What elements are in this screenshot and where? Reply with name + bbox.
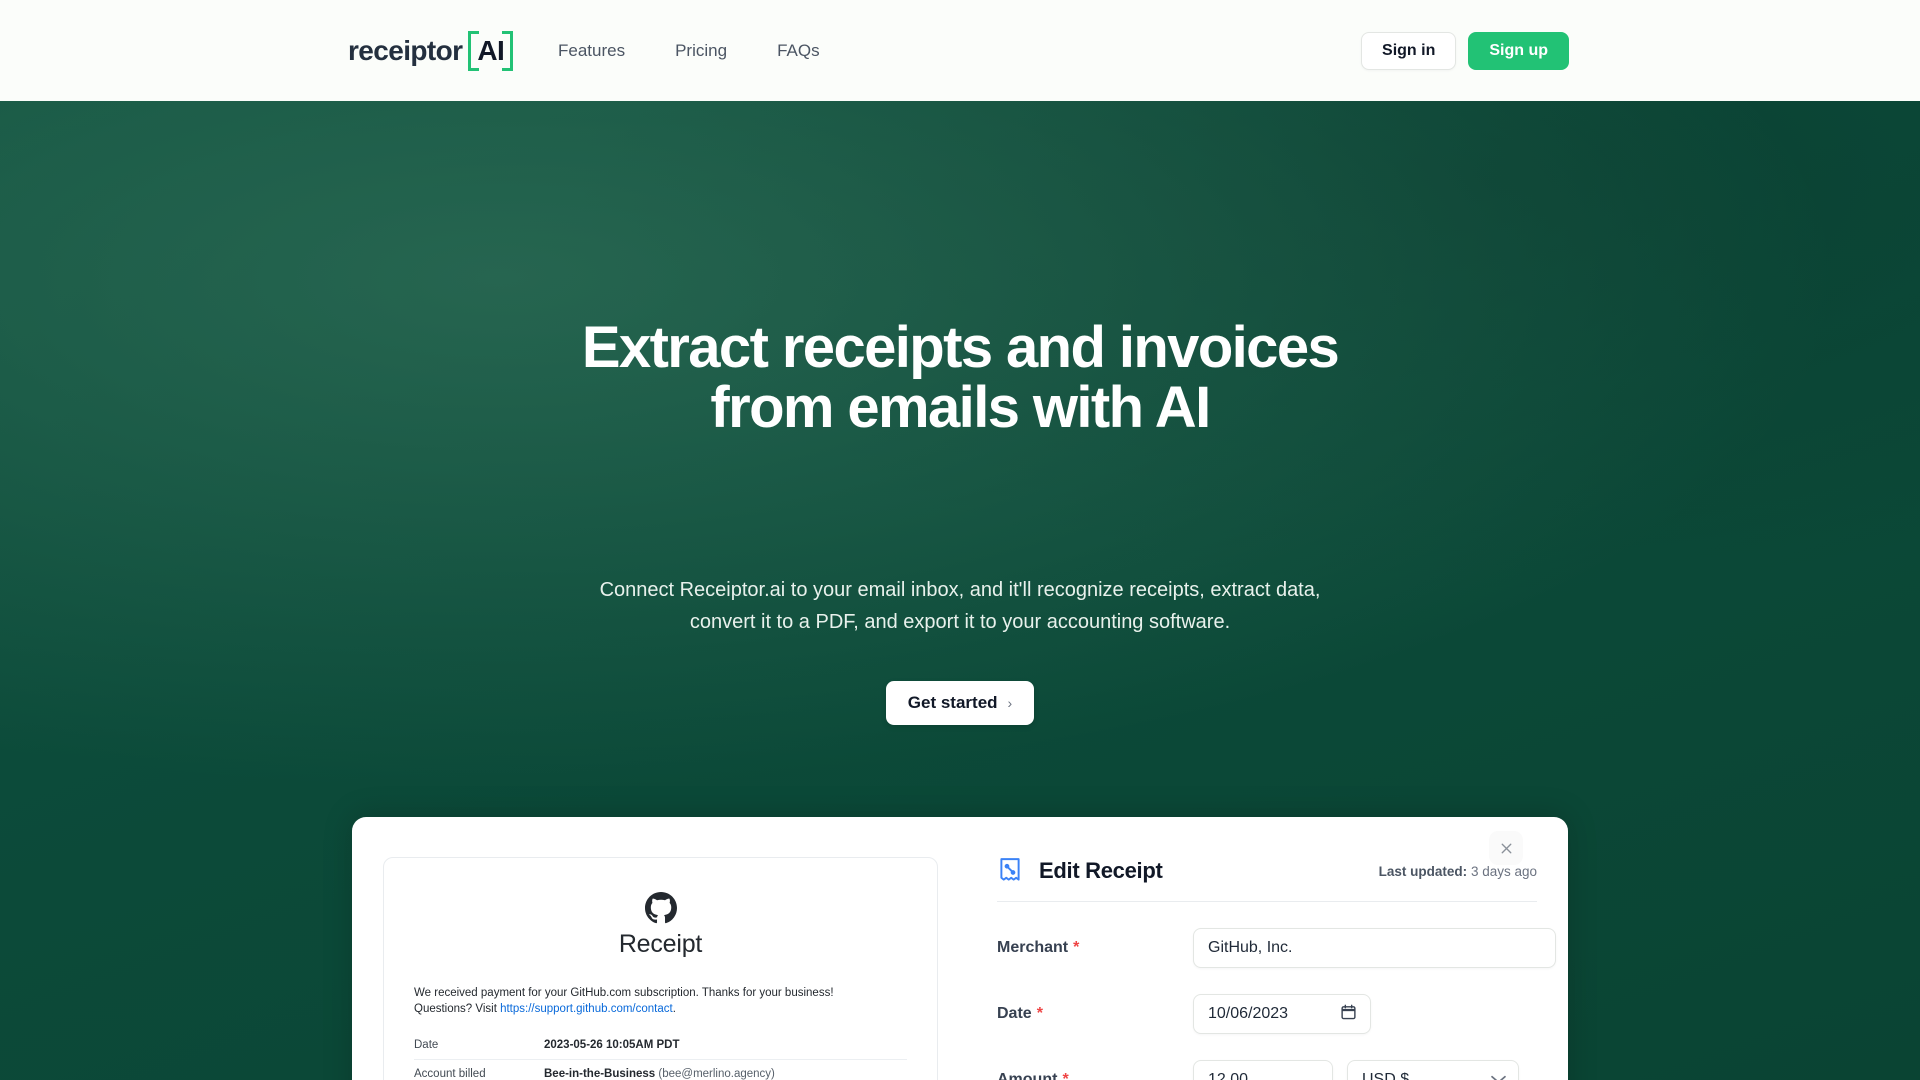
page-title: Extract receipts and invoices from email… <box>0 318 1920 438</box>
calendar-icon[interactable] <box>1341 1004 1356 1025</box>
receipt-note: We received payment for your GitHub.com … <box>414 985 907 1017</box>
merchant-label: Merchant * <box>997 939 1193 957</box>
auth-actions: Sign in Sign up <box>1361 31 1569 70</box>
date-label-text: Date <box>997 1005 1032 1022</box>
amount-label: Amount * <box>997 1071 1193 1080</box>
amount-input[interactable]: 12.00 <box>1193 1060 1333 1080</box>
logo-ai-badge: AI <box>468 30 514 71</box>
receipt-note-line-2-prefix: Questions? Visit <box>414 1003 501 1015</box>
site-header: receiptor AI Features Pricing FAQs Sign … <box>0 0 1920 101</box>
receipt-row-key: Account billed <box>414 1068 486 1080</box>
github-icon <box>414 892 907 924</box>
currency-select[interactable]: USD $ <box>1347 1060 1519 1080</box>
table-row: Account billed Bee-in-the-Business (bee@… <box>414 1060 907 1080</box>
get-started-label: Get started <box>907 693 998 712</box>
date-label: Date * <box>997 1005 1193 1023</box>
hero-subtitle: Connect Receiptor.ai to your email inbox… <box>599 579 1321 633</box>
receipt-row-key: Date <box>414 1039 439 1051</box>
primary-nav: Features Pricing FAQs <box>558 41 820 61</box>
table-row: Date 2023-05-26 10:05AM PDT <box>414 1031 907 1060</box>
receipt-row-value-main: Bee-in-the-Business <box>544 1068 656 1080</box>
receipt-row-value: Bee-in-the-Business (bee@merlino.agency) <box>544 1060 907 1080</box>
receipt-note-line-1: We received payment for your GitHub.com … <box>414 987 834 999</box>
support-link[interactable]: https://support.github.com/contact <box>500 1003 673 1015</box>
edit-receipt-header: Edit Receipt Last updated: 3 days ago <box>997 857 1537 902</box>
sign-up-button[interactable]: Sign up <box>1468 31 1569 70</box>
field-row-amount: Amount * 12.00 USD $ <box>997 1060 1537 1080</box>
hero-section: Extract receipts and invoices from email… <box>0 101 1920 1080</box>
last-updated-value: 3 days ago <box>1470 863 1537 879</box>
chevron-down-icon <box>1491 1071 1506 1080</box>
hero-title-line-2: from emails with AI <box>710 375 1211 440</box>
receipt-row-value: 2023-05-26 10:05AM PDT <box>544 1031 907 1060</box>
amount-label-text: Amount <box>997 1071 1058 1080</box>
nav-item-pricing[interactable]: Pricing <box>675 41 727 61</box>
hero-title-line-1: Extract receipts and invoices <box>581 315 1340 380</box>
field-row-date: Date * 10/06/2023 <box>997 994 1537 1034</box>
edit-receipt-form: Edit Receipt Last updated: 3 days ago Me… <box>997 831 1556 1080</box>
hero-cta-wrap: Get started › <box>0 681 1920 725</box>
required-marker: * <box>1073 939 1080 956</box>
merchant-input[interactable]: GitHub, Inc. <box>1193 928 1556 968</box>
currency-select-value: USD $ <box>1362 1071 1410 1080</box>
logo[interactable]: receiptor AI <box>348 30 514 71</box>
required-marker: * <box>1062 1071 1069 1080</box>
chevron-right-icon: › <box>1007 695 1013 711</box>
get-started-button[interactable]: Get started › <box>885 681 1035 725</box>
receipt-percent-icon <box>997 857 1023 885</box>
sign-in-button[interactable]: Sign in <box>1361 31 1457 70</box>
close-icon[interactable] <box>1489 831 1523 865</box>
date-input-value: 10/06/2023 <box>1208 1005 1289 1022</box>
last-updated-status: Last updated: 3 days ago <box>1379 864 1537 879</box>
page-title: Edit Receipt <box>1039 858 1163 883</box>
amount-input-value: 12.00 <box>1208 1071 1249 1080</box>
receipt-heading: Receipt <box>618 930 703 958</box>
receipt-row-value-main: 2023-05-26 10:05AM PDT <box>544 1039 680 1051</box>
nav-item-faqs[interactable]: FAQs <box>777 41 820 61</box>
receipt-row-value-sub: (bee@merlino.agency) <box>655 1068 775 1080</box>
receipt-note-line-2-suffix: . <box>672 1003 676 1015</box>
logo-wordmark: receiptor <box>348 34 463 66</box>
field-row-merchant: Merchant * GitHub, Inc. <box>997 928 1556 968</box>
merchant-label-text: Merchant <box>997 939 1069 956</box>
date-input[interactable]: 10/06/2023 <box>1193 994 1371 1034</box>
app-preview-card: Receipt We received payment for your Git… <box>352 817 1568 1080</box>
required-marker: * <box>1036 1005 1043 1022</box>
receipt-document-preview: Receipt We received payment for your Git… <box>383 857 938 1080</box>
last-updated-label: Last updated: <box>1378 863 1468 879</box>
merchant-input-value: GitHub, Inc. <box>1208 939 1293 956</box>
nav-item-features[interactable]: Features <box>558 41 625 61</box>
receipt-details-table: Date 2023-05-26 10:05AM PDT Account bill… <box>414 1031 907 1080</box>
